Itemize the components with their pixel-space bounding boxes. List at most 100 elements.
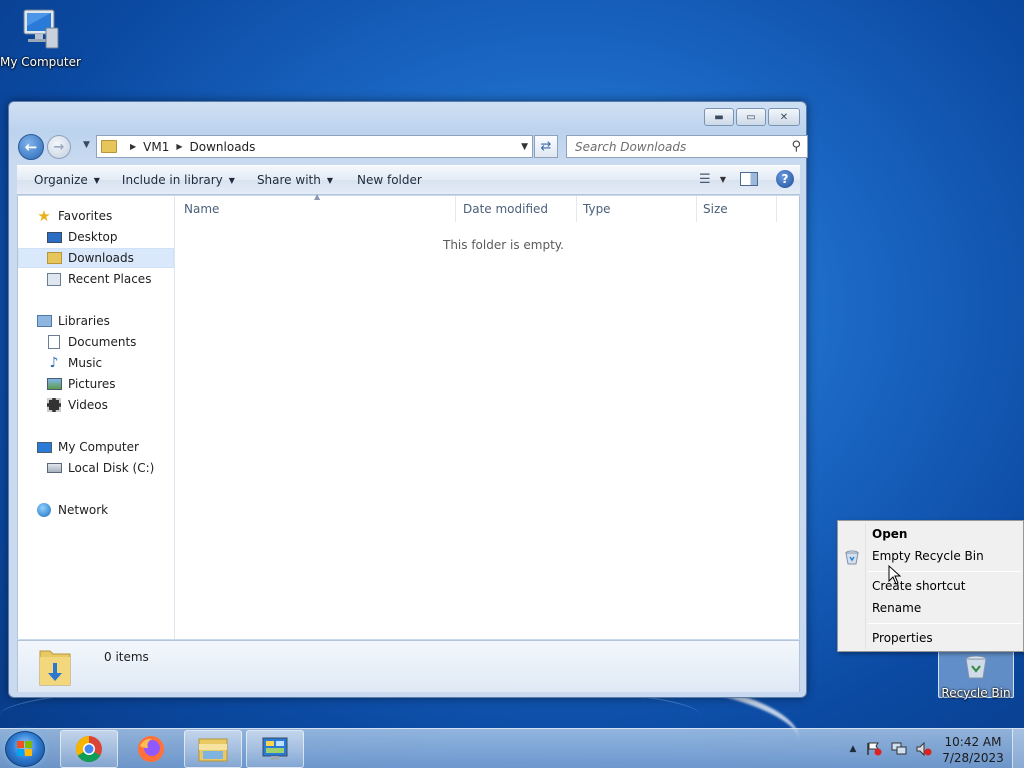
breadcrumb-item-downloads[interactable]: Downloads bbox=[190, 140, 256, 154]
close-button[interactable]: ✕ bbox=[768, 108, 800, 126]
desktop-icon bbox=[46, 229, 62, 245]
nav-item-label: Desktop bbox=[68, 230, 118, 244]
nav-item-favorites[interactable]: ★ Favorites bbox=[36, 206, 112, 226]
details-pane: 0 items bbox=[17, 640, 800, 692]
nav-item-music[interactable]: ♪ Music bbox=[46, 353, 103, 373]
show-hidden-icons-icon[interactable]: ▲ bbox=[845, 742, 861, 756]
context-menu-open[interactable]: Open bbox=[872, 527, 907, 541]
context-menu-separator bbox=[868, 623, 1021, 624]
column-header-type[interactable]: Type bbox=[577, 196, 697, 222]
column-header-label: Type bbox=[583, 202, 611, 216]
context-menu-create-shortcut[interactable]: Create shortcut bbox=[872, 579, 965, 593]
clock-date: 7/28/2023 bbox=[942, 751, 1004, 765]
documents-icon bbox=[46, 334, 62, 350]
nav-item-label: Videos bbox=[68, 398, 108, 412]
column-header-name[interactable]: ▲ Name bbox=[178, 192, 456, 222]
recycle-bin-icon bbox=[965, 655, 987, 679]
nav-item-my-computer[interactable]: My Computer bbox=[36, 437, 139, 457]
recent-pages-button[interactable]: ▼ bbox=[83, 140, 90, 150]
nav-item-label: Pictures bbox=[68, 377, 116, 391]
organize-label: Organize bbox=[34, 173, 88, 187]
view-options-dropdown[interactable]: ▼ bbox=[720, 175, 726, 184]
minimize-icon: ▬ bbox=[714, 111, 724, 123]
sort-ascending-icon: ▲ bbox=[314, 192, 321, 201]
taskbar: ▲ 10:42 AM 7/28/2023 bbox=[0, 728, 1024, 768]
action-center-flag-icon[interactable] bbox=[866, 742, 882, 756]
help-button[interactable]: ? bbox=[776, 170, 794, 188]
nav-item-pictures[interactable]: Pictures bbox=[46, 374, 116, 394]
refresh-button[interactable]: ⇄ bbox=[534, 135, 558, 158]
downloads-folder-icon bbox=[39, 650, 71, 686]
context-menu-properties[interactable]: Properties bbox=[872, 631, 933, 645]
back-button[interactable]: ← bbox=[18, 134, 44, 160]
volume-muted-icon[interactable] bbox=[916, 742, 932, 756]
system-clock[interactable]: 10:42 AM 7/28/2023 bbox=[940, 734, 1006, 766]
forward-button[interactable]: → bbox=[47, 135, 71, 159]
nav-item-recent-places[interactable]: Recent Places bbox=[46, 269, 151, 289]
search-icon[interactable]: ⚲ bbox=[791, 139, 801, 154]
taskbar-control-panel[interactable] bbox=[246, 730, 304, 768]
desktop-icon-my-computer[interactable]: My Computer bbox=[0, 8, 81, 69]
navigation-pane[interactable]: ★ Favorites Desktop Downloads Recent Pla… bbox=[18, 196, 175, 639]
start-button[interactable] bbox=[5, 731, 45, 767]
context-menu-rename[interactable]: Rename bbox=[872, 601, 921, 615]
view-details-icon: ☰ bbox=[699, 171, 711, 187]
item-count: 0 items bbox=[104, 650, 149, 664]
nav-item-label: Music bbox=[68, 356, 103, 370]
nav-item-label: Downloads bbox=[68, 251, 134, 265]
desktop-icon-recycle-bin[interactable]: Recycle Bin bbox=[938, 650, 1014, 700]
maximize-icon: ▭ bbox=[746, 111, 756, 123]
chevron-down-icon: ▼ bbox=[326, 175, 333, 185]
minimize-button[interactable]: ▬ bbox=[704, 108, 734, 126]
chrome-icon bbox=[75, 735, 102, 763]
nav-item-network[interactable]: Network bbox=[36, 500, 108, 520]
nav-item-label: Recent Places bbox=[68, 272, 152, 286]
nav-item-label: Documents bbox=[68, 335, 137, 349]
organize-button[interactable]: Organize ▼ bbox=[25, 169, 109, 191]
libraries-icon bbox=[36, 313, 52, 329]
explorer-window[interactable]: ▬ ▭ ✕ ← → ▼ ▶ VM1 ▶ Downloads ▼ ⇄ ⚲ Orga… bbox=[8, 101, 808, 698]
nav-item-label: Libraries bbox=[58, 314, 110, 328]
search-input[interactable] bbox=[575, 139, 775, 154]
column-header-label: Name bbox=[184, 202, 220, 216]
help-icon: ? bbox=[781, 172, 789, 186]
nav-item-videos[interactable]: Videos bbox=[46, 395, 108, 415]
share-with-button[interactable]: Share with ▼ bbox=[248, 169, 342, 191]
preview-pane-button[interactable] bbox=[740, 172, 758, 186]
folder-icon bbox=[101, 140, 117, 153]
address-row: ← → ▼ ▶ VM1 ▶ Downloads ▼ ⇄ ⚲ bbox=[17, 131, 808, 160]
include-in-library-button[interactable]: Include in library ▼ bbox=[113, 169, 244, 191]
show-desktop-button[interactable] bbox=[1012, 729, 1024, 768]
maximize-button[interactable]: ▭ bbox=[736, 108, 766, 126]
recycle-bin-icon bbox=[845, 550, 859, 565]
close-icon: ✕ bbox=[779, 111, 789, 123]
new-folder-button[interactable]: New folder bbox=[348, 169, 431, 191]
pictures-icon bbox=[46, 376, 62, 392]
nav-item-downloads[interactable]: Downloads bbox=[18, 248, 174, 268]
taskbar-firefox[interactable] bbox=[122, 730, 180, 768]
taskbar-file-explorer[interactable] bbox=[184, 730, 242, 768]
desktop-icon-label: Recycle Bin bbox=[941, 686, 1011, 700]
nav-item-label: Network bbox=[58, 503, 109, 517]
nav-item-label: Local Disk (C:) bbox=[68, 461, 155, 475]
nav-item-libraries[interactable]: Libraries bbox=[36, 311, 110, 331]
column-header-size[interactable]: Size bbox=[697, 196, 777, 222]
nav-item-documents[interactable]: Documents bbox=[46, 332, 136, 352]
nav-item-local-disk-c[interactable]: Local Disk (C:) bbox=[46, 458, 154, 478]
recent-places-icon bbox=[46, 271, 62, 287]
control-panel-icon bbox=[262, 737, 288, 760]
chevron-down-icon: ▼ bbox=[83, 140, 90, 150]
change-view-button[interactable]: ☰ bbox=[694, 170, 716, 188]
column-header-date-modified[interactable]: Date modified bbox=[457, 196, 577, 222]
context-menu-empty-recycle-bin[interactable]: Empty Recycle Bin bbox=[872, 549, 984, 563]
nav-item-desktop[interactable]: Desktop bbox=[46, 227, 118, 247]
address-dropdown-icon[interactable]: ▼ bbox=[521, 142, 528, 152]
search-box[interactable]: ⚲ bbox=[566, 135, 808, 158]
column-header-label: Size bbox=[703, 202, 728, 216]
breadcrumb-item-vm1[interactable]: VM1 bbox=[143, 140, 169, 154]
taskbar-chrome[interactable] bbox=[60, 730, 118, 768]
network-icon[interactable] bbox=[891, 742, 907, 756]
address-bar[interactable]: ▶ VM1 ▶ Downloads ▼ bbox=[96, 135, 533, 158]
firefox-icon bbox=[138, 736, 164, 762]
chevron-down-icon: ▼ bbox=[93, 175, 100, 185]
